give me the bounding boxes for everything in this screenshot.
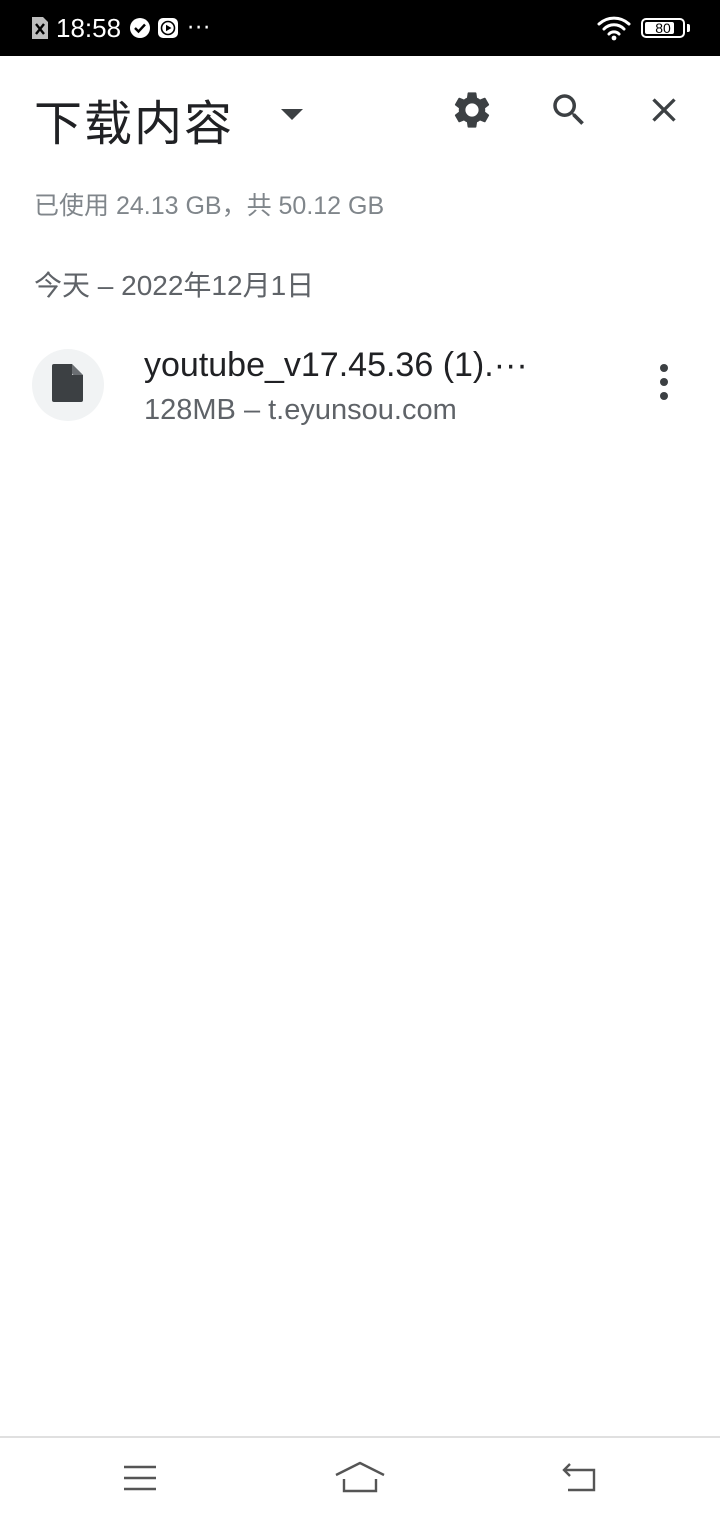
page-title: 下载内容 bbox=[34, 96, 235, 152]
status-right: 80 bbox=[597, 0, 690, 56]
play-icon bbox=[157, 17, 179, 39]
close-icon bbox=[644, 90, 684, 134]
back-button[interactable] bbox=[550, 1452, 610, 1508]
settings-gear-icon bbox=[450, 88, 494, 136]
sim-error-icon bbox=[30, 15, 50, 41]
more-notifications-indicator: ··· bbox=[187, 15, 212, 41]
battery-tip bbox=[687, 24, 690, 32]
settings-button[interactable] bbox=[442, 82, 502, 142]
dropdown-arrow-icon[interactable] bbox=[278, 100, 306, 128]
battery-icon: 80 bbox=[641, 18, 685, 38]
wifi-icon bbox=[597, 15, 631, 41]
close-button[interactable] bbox=[634, 82, 694, 142]
status-bar: 18:58 ··· 80 bbox=[0, 0, 720, 56]
menu-button[interactable] bbox=[110, 1452, 170, 1508]
battery-level: 80 bbox=[655, 20, 671, 36]
download-file-meta: 128MB – t.eyunsou.com bbox=[144, 394, 457, 426]
file-icon bbox=[50, 362, 86, 408]
download-file-name: youtube_v17.45.36 (1).··· bbox=[144, 346, 528, 384]
more-vert-icon bbox=[658, 362, 670, 406]
back-icon bbox=[560, 1462, 600, 1498]
home-icon bbox=[334, 1461, 386, 1499]
file-icon-container bbox=[32, 349, 104, 421]
status-left: 18:58 ··· bbox=[30, 0, 211, 56]
menu-icon bbox=[122, 1464, 158, 1496]
home-button[interactable] bbox=[330, 1452, 390, 1508]
app-header: 下载内容 bbox=[0, 56, 720, 176]
system-nav-bar bbox=[0, 1436, 720, 1520]
search-button[interactable] bbox=[539, 82, 599, 142]
check-circle-icon bbox=[129, 17, 151, 39]
search-icon bbox=[548, 89, 590, 135]
status-time: 18:58 bbox=[56, 12, 122, 43]
more-options-button[interactable] bbox=[634, 354, 694, 414]
download-list-item[interactable]: youtube_v17.45.36 (1).··· 128MB – t.eyun… bbox=[0, 338, 720, 434]
storage-usage: 已使用 24.13 GB，共 50.12 GB bbox=[34, 192, 385, 220]
section-date-header: 今天 – 2022年12月1日 bbox=[34, 270, 315, 301]
